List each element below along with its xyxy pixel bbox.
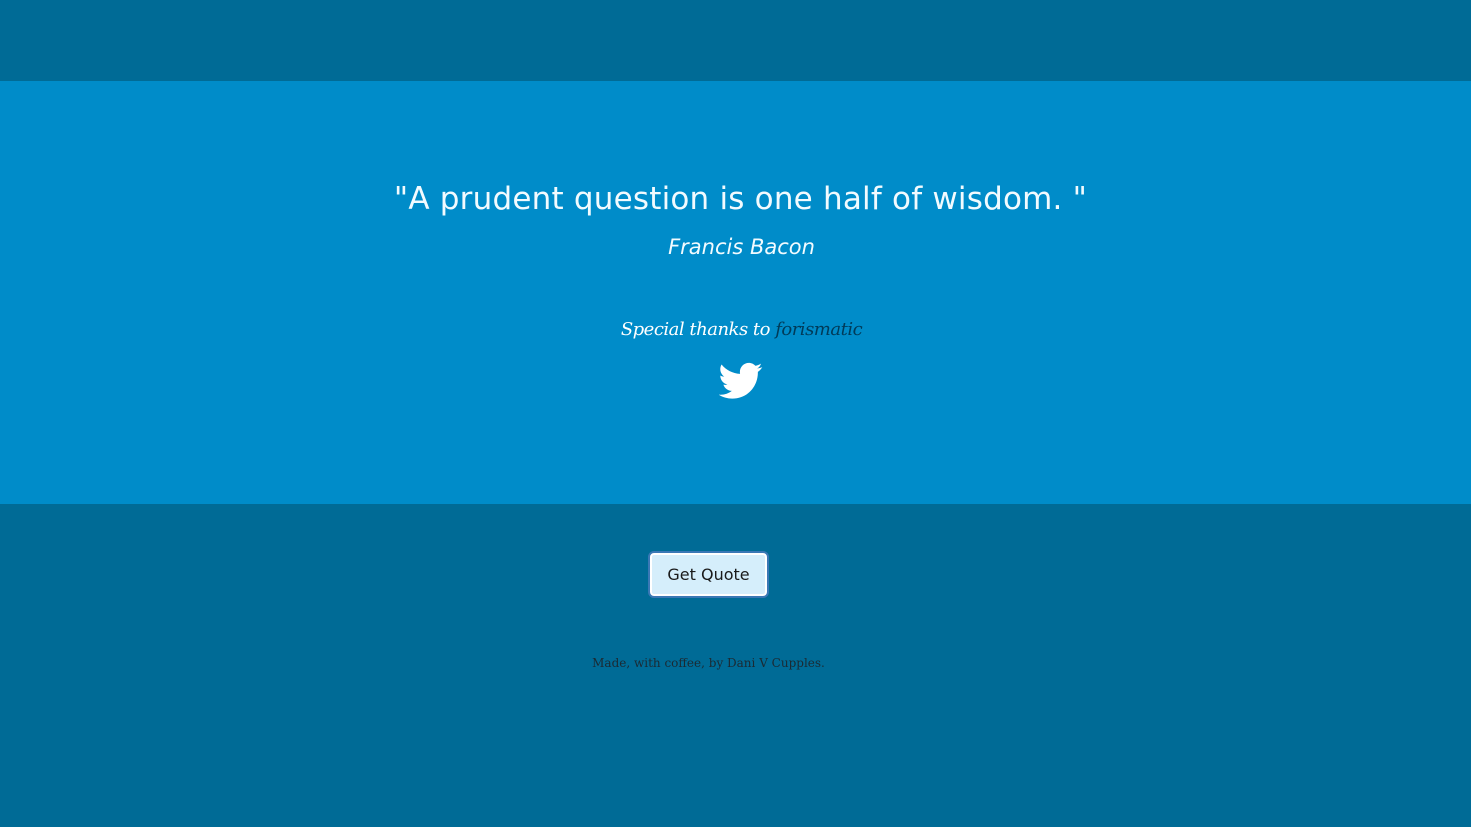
tweet-button[interactable] [718, 361, 763, 401]
quote-text: "A prudent question is one half of wisdo… [393, 181, 1088, 217]
get-quote-button[interactable]: Get Quote [648, 551, 769, 598]
top-bar [0, 0, 1471, 81]
forismatic-link[interactable]: forismatic [775, 319, 862, 340]
quote-author: Francis Bacon [668, 235, 815, 259]
quote-panel: "A prudent question is one half of wisdo… [0, 81, 1471, 504]
thanks-line: Special thanks to forismatic [0, 315, 1471, 345]
twitter-bird-icon [718, 362, 763, 399]
footer-credits: Made, with coffee, by Dani V Cupples. [592, 656, 825, 670]
thanks-prefix: Special thanks to [620, 319, 776, 340]
